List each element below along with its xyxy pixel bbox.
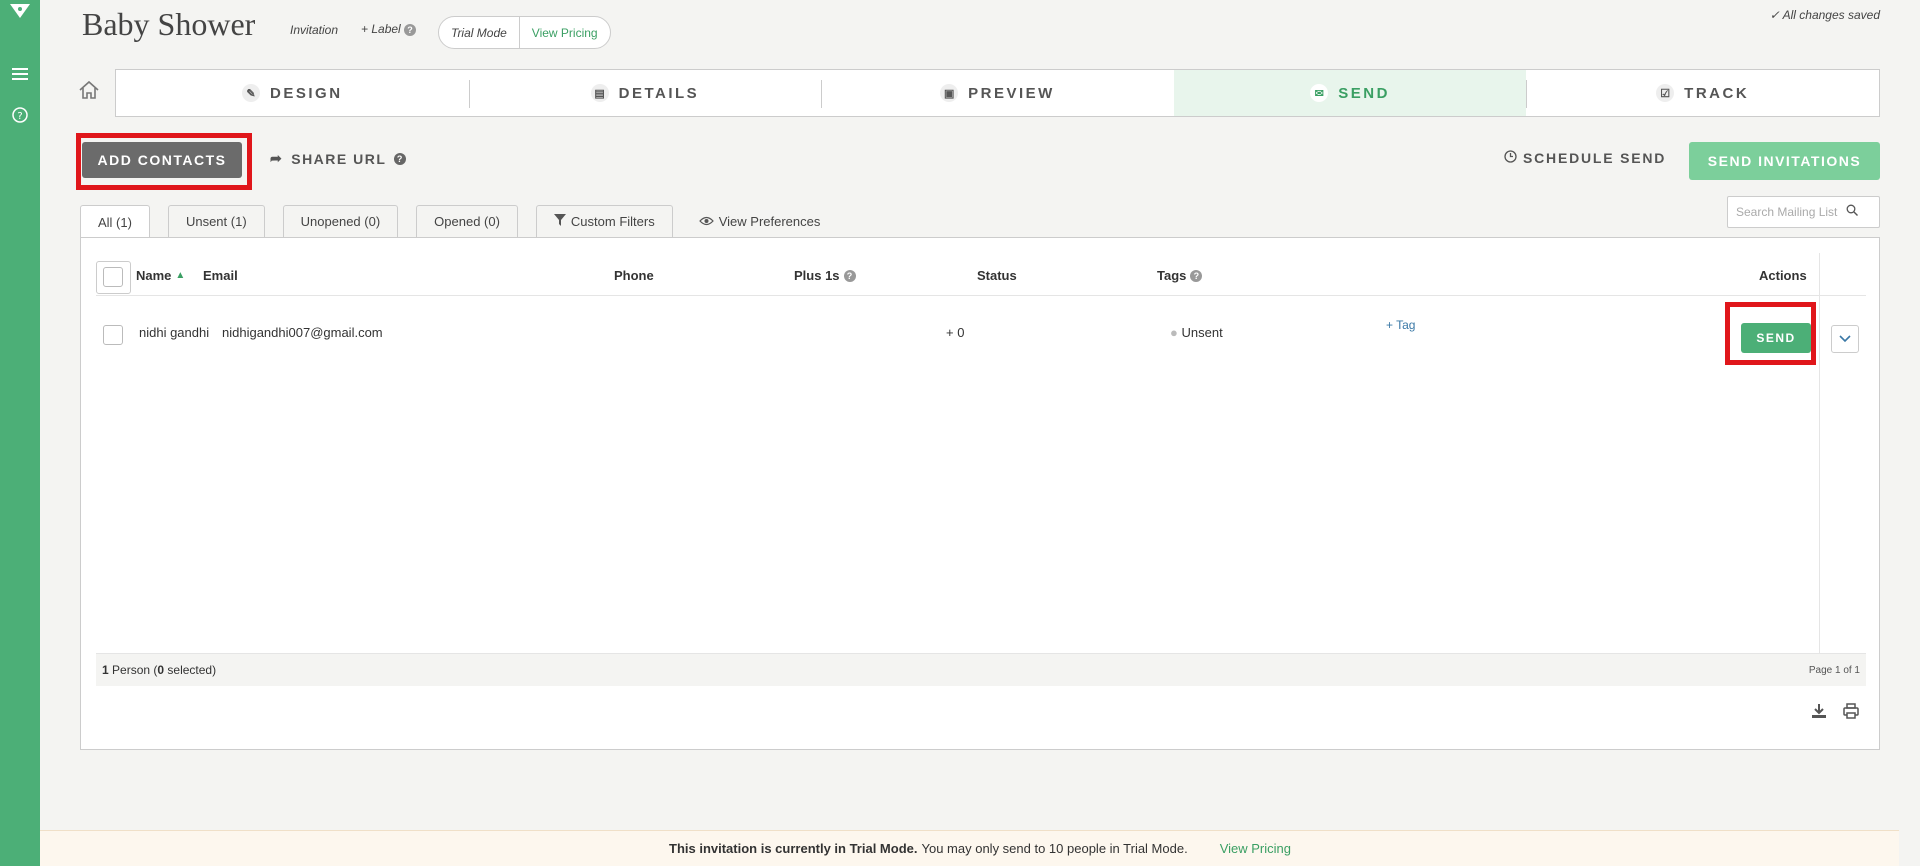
check-icon: ✓: [1769, 8, 1780, 22]
print-icon[interactable]: [1843, 703, 1859, 724]
clock-icon: [1504, 150, 1517, 166]
trial-banner-bold: This invitation is currently in Trial Mo…: [669, 841, 918, 856]
tab-unsent[interactable]: Unsent (1): [167, 205, 265, 237]
question-icon: ?: [404, 23, 417, 36]
edit-icon: ✎: [242, 84, 261, 102]
add-tag-link[interactable]: + Tag: [1386, 318, 1415, 332]
trial-mode-badge: Trial Mode: [439, 17, 520, 48]
step-details[interactable]: ▤ DETAILS: [468, 70, 822, 116]
share-url-button[interactable]: ➦ SHARE URL ?: [270, 150, 407, 167]
column-actions: Actions: [1759, 268, 1807, 283]
home-icon[interactable]: [78, 80, 102, 104]
schedule-send-button[interactable]: SCHEDULE SEND: [1504, 150, 1666, 166]
row-actions-dropdown[interactable]: [1831, 325, 1859, 353]
step-design[interactable]: ✎ DESIGN: [116, 70, 469, 116]
trial-banner-text: You may only send to 10 people in Trial …: [921, 841, 1188, 856]
contact-plus1s: + 0: [946, 325, 965, 340]
table-header: Name ▲ Email Phone Plus 1s? Status Tags? …: [96, 256, 1866, 296]
document-icon: ▤: [590, 84, 609, 102]
search-box: [1727, 196, 1880, 228]
selected-label: selected): [164, 663, 217, 677]
column-divider: [1819, 253, 1820, 653]
hamburger-icon[interactable]: [10, 64, 30, 84]
question-icon: ?: [394, 152, 407, 165]
row-checkbox[interactable]: [103, 325, 123, 345]
filter-icon: [553, 214, 566, 229]
envelope-icon: ✉: [1310, 84, 1329, 102]
tab-unopened[interactable]: Unopened (0): [282, 205, 399, 237]
column-label: Tags: [1157, 268, 1187, 283]
column-phone: Phone: [614, 268, 654, 283]
view-preferences-label: View Preferences: [718, 213, 821, 229]
step-label: DESIGN: [270, 84, 343, 102]
step-label: DETAILS: [618, 84, 700, 102]
filter-tabs: All (1) Unsent (1) Unopened (0) Opened (…: [80, 205, 820, 238]
person-count: 1 Person (0 selected): [102, 663, 216, 677]
question-icon: ?: [843, 269, 856, 282]
step-label: TRACK: [1684, 84, 1750, 102]
count-label: Person (: [108, 663, 158, 677]
question-circle-icon[interactable]: ?: [10, 105, 30, 125]
contact-status: ● Unsent: [1170, 325, 1223, 340]
save-status-text: All changes saved: [1782, 8, 1880, 22]
tab-opened[interactable]: Opened (0): [416, 205, 518, 237]
view-pricing-link[interactable]: View Pricing: [1220, 841, 1291, 856]
evite-logo-icon[interactable]: [6, 0, 34, 24]
check-square-icon: ☑: [1656, 84, 1675, 102]
column-status: Status: [977, 268, 1017, 283]
step-send[interactable]: ✉ SEND: [1173, 70, 1527, 116]
svg-text:?: ?: [17, 111, 22, 122]
contact-name: nidhi gandhi: [139, 325, 210, 340]
left-sidebar: ?: [0, 0, 40, 866]
column-tags: Tags?: [1157, 268, 1203, 283]
eye-icon: [698, 214, 714, 229]
search-input[interactable]: [1736, 205, 1846, 219]
add-contacts-button[interactable]: ADD CONTACTS: [82, 142, 242, 178]
tab-all[interactable]: All (1): [80, 205, 150, 238]
step-preview[interactable]: ▣ PREVIEW: [821, 70, 1174, 116]
add-label-link[interactable]: + Label ?: [361, 22, 417, 36]
column-name[interactable]: Name ▲: [136, 268, 185, 283]
share-url-label: SHARE URL: [291, 150, 387, 167]
column-email: Email: [203, 268, 238, 283]
column-label: Plus 1s: [794, 268, 840, 283]
share-icon: ➦: [270, 150, 284, 166]
view-preferences-button[interactable]: View Preferences: [698, 205, 821, 237]
right-gutter: [1899, 0, 1920, 866]
question-icon: ?: [1190, 269, 1203, 282]
mode-pill: Trial Mode View Pricing: [438, 16, 611, 49]
view-pricing-link[interactable]: View Pricing: [520, 17, 610, 48]
step-label: SEND: [1338, 84, 1390, 102]
table-footer: 1 Person (0 selected) Page 1 of 1: [96, 653, 1866, 686]
download-icon[interactable]: [1811, 703, 1827, 724]
wizard-steps: ✎ DESIGN ▤ DETAILS ▣ PREVIEW ✉ SEND ☑ TRACK: [115, 69, 1880, 117]
add-label-text: + Label: [361, 22, 401, 36]
status-dot-icon: ●: [1170, 325, 1178, 340]
column-plus1s: Plus 1s?: [794, 268, 856, 283]
page-title: Baby Shower: [82, 6, 256, 42]
sort-up-icon: ▲: [175, 270, 186, 281]
status-text: Unsent: [1181, 325, 1223, 340]
send-invitations-button[interactable]: SEND INVITATIONS: [1689, 142, 1880, 180]
table-tools: [1811, 703, 1859, 724]
contacts-panel: Name ▲ Email Phone Plus 1s? Status Tags? …: [80, 237, 1880, 750]
custom-filters-label: Custom Filters: [570, 214, 655, 229]
contact-email: nidhigandhi007@gmail.com: [222, 325, 383, 340]
send-button[interactable]: SEND: [1741, 323, 1811, 353]
search-icon[interactable]: [1846, 203, 1858, 221]
schedule-send-label: SCHEDULE SEND: [1523, 150, 1667, 166]
column-label: Name: [136, 268, 172, 283]
custom-filters-button[interactable]: Custom Filters: [535, 205, 673, 237]
event-type-label: Invitation: [290, 23, 339, 37]
pagination-info: Page 1 of 1: [1808, 664, 1860, 676]
trial-mode-banner: This invitation is currently in Trial Mo…: [40, 830, 1920, 866]
count-number: 1: [102, 663, 109, 677]
step-track[interactable]: ☑ TRACK: [1526, 70, 1879, 116]
save-status: ✓ All changes saved: [1770, 8, 1880, 22]
image-icon: ▣: [940, 84, 959, 102]
step-label: PREVIEW: [968, 84, 1055, 102]
chevron-down-icon: [1839, 330, 1851, 348]
